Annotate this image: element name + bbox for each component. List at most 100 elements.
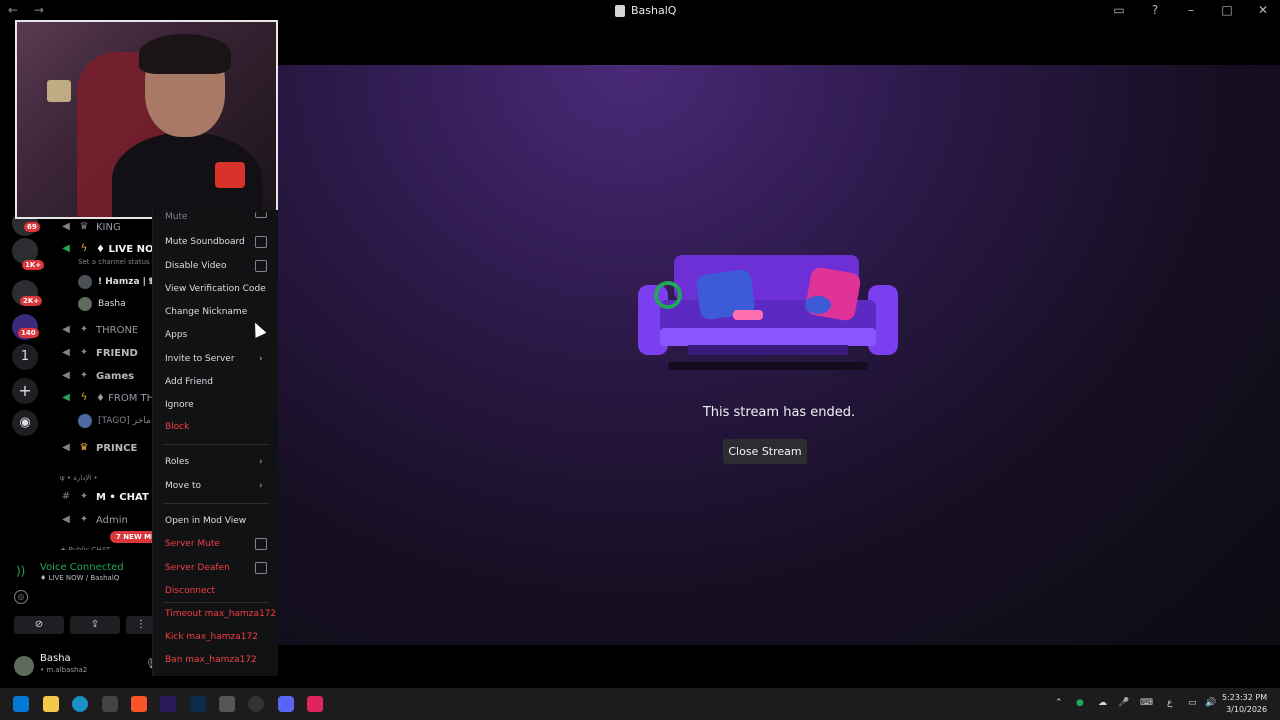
photoshop-icon[interactable] <box>190 696 206 712</box>
voice-channel-icon: ◀ <box>62 221 70 232</box>
menu-item-change-nickname[interactable]: Change Nickname <box>165 307 247 317</box>
menu-item-roles[interactable]: Roles <box>165 457 189 467</box>
menu-item-timeout[interactable]: Timeout max_hamza172 <box>165 609 276 619</box>
channel-status-hint[interactable]: Set a channel status <box>78 258 150 266</box>
lock-icon: ♛ <box>79 221 89 232</box>
signal-icon[interactable]: )) <box>16 564 25 578</box>
window-controls: ▭ ? – □ ✕ <box>1112 3 1270 17</box>
tiktok-icon[interactable] <box>307 696 323 712</box>
voice-member[interactable]: ! Hamza | 𝕸/ <box>78 275 161 289</box>
language-indicator[interactable]: ع <box>1167 698 1172 708</box>
menu-item-view-verification-code[interactable]: View Verification Code <box>165 284 266 294</box>
channel-m-chat[interactable]: # ✦ M • CHAT <box>60 491 149 503</box>
menu-item-move-to[interactable]: Move to <box>165 481 201 491</box>
tray-chevron-icon[interactable]: ⌃ <box>1055 698 1063 708</box>
menu-item-disconnect[interactable]: Disconnect <box>165 586 215 596</box>
onedrive-icon[interactable]: ☁ <box>1098 698 1107 708</box>
checkbox[interactable] <box>255 260 267 272</box>
network-icon[interactable]: ▭ <box>1188 698 1197 708</box>
voice-member[interactable]: [TAGO] ماخر <box>78 414 151 428</box>
chevron-right-icon: › <box>259 481 263 491</box>
close-icon[interactable]: ✕ <box>1256 3 1270 17</box>
menu-item-disable-video[interactable]: Disable Video <box>165 261 226 271</box>
avatar <box>78 414 92 428</box>
close-stream-button[interactable]: Close Stream <box>723 439 807 464</box>
stream-viewport: This stream has ended. Close Stream <box>278 65 1280 645</box>
checkbox[interactable] <box>255 562 267 574</box>
noise-suppression-icon[interactable]: ◎ <box>14 590 28 604</box>
voice-channel-path[interactable]: ♦ LIVE NOW / BashalQ <box>40 574 119 582</box>
store-icon[interactable] <box>102 696 118 712</box>
file-explorer-icon[interactable] <box>43 696 59 712</box>
hash-icon: # <box>61 491 71 502</box>
menu-item-invite-to-server[interactable]: Invite to Server <box>165 354 235 364</box>
red-microphone <box>215 162 245 188</box>
discover-icon[interactable]: ◉ <box>12 410 38 436</box>
channel-king[interactable]: ◀ ♛ KING <box>60 221 121 233</box>
add-server-icon[interactable]: + <box>12 378 38 404</box>
system-clock[interactable]: 5:23:32 PM 3/10/2026 <box>1222 692 1267 716</box>
voice-channel-icon: ◀ <box>62 370 70 381</box>
help-icon[interactable]: ? <box>1148 3 1162 17</box>
channel-games[interactable]: ◀ ✦ Games <box>60 370 134 382</box>
checkbox[interactable] <box>255 212 267 218</box>
minimize-icon[interactable]: – <box>1184 3 1198 17</box>
chevron-right-icon: › <box>259 354 263 364</box>
menu-item-add-friend[interactable]: Add Friend <box>165 377 213 387</box>
channel-admin[interactable]: ◀ ✦ Admin <box>60 514 128 526</box>
menu-item-open-in-mod-view[interactable]: Open in Mod View <box>165 516 246 526</box>
keyboard-icon[interactable]: ⌨ <box>1140 698 1153 708</box>
discord-icon[interactable] <box>278 696 294 712</box>
menu-item-mute-soundboard[interactable]: Mute Soundboard <box>165 237 245 247</box>
star-icon: ✦ <box>79 370 89 381</box>
screen-share-icon[interactable]: ▭ <box>1112 3 1126 17</box>
maximize-icon[interactable]: □ <box>1220 3 1234 17</box>
bolt-icon: ϟ <box>80 392 88 403</box>
channel-from-the[interactable]: ◀ ϟ ♦ FROM THE <box>60 392 160 404</box>
menu-item-kick[interactable]: Kick max_hamza172 <box>165 632 258 642</box>
screen-share-button[interactable]: ⇪ <box>70 616 120 634</box>
app-icon[interactable] <box>219 696 235 712</box>
star-icon: ✦ <box>79 324 89 335</box>
voice-active-icon: ◀ <box>62 243 70 254</box>
menu-item-server-deafen[interactable]: Server Deafen <box>165 563 230 573</box>
voice-connected-title[interactable]: Voice Connected <box>40 562 124 573</box>
menu-item-apps[interactable]: Apps <box>165 330 187 340</box>
menu-item-mute[interactable]: Mute <box>165 212 188 222</box>
username[interactable]: Basha <box>40 653 71 664</box>
window-title-area: BashalQ <box>615 4 676 17</box>
star-icon: ✦ <box>79 514 89 525</box>
channel-prince[interactable]: ◀ ♛ PRINCE <box>60 442 137 454</box>
checkbox[interactable] <box>255 236 267 248</box>
person-hair <box>139 34 231 74</box>
category-admin[interactable]: ψ • الإدارة • <box>60 474 98 482</box>
tray-app-icon[interactable]: ● <box>1076 698 1084 708</box>
avatar <box>78 297 92 311</box>
brave-browser-icon[interactable] <box>131 696 147 712</box>
menu-item-block[interactable]: Block <box>165 422 189 432</box>
unread-dm-count[interactable]: 1 <box>12 344 38 370</box>
user-panel: Basha • m.albasha2 🎙 <box>0 645 160 688</box>
premiere-icon[interactable] <box>160 696 176 712</box>
clock-date: 3/10/2026 <box>1226 705 1268 714</box>
channel-friend[interactable]: ◀ ✦ FRIEND <box>60 347 138 359</box>
volume-icon[interactable]: 🔊 <box>1205 698 1216 708</box>
avatar[interactable] <box>14 656 34 676</box>
channel-throne[interactable]: ◀ ✦ THRONE <box>60 324 138 336</box>
checkbox[interactable] <box>255 538 267 550</box>
menu-item-ban[interactable]: Ban max_hamza172 <box>165 655 257 665</box>
windows-start-icon[interactable] <box>13 696 29 712</box>
bolt-icon: ϟ <box>80 243 88 254</box>
steam-icon[interactable] <box>248 696 264 712</box>
edge-browser-icon[interactable] <box>72 696 88 712</box>
menu-item-server-mute[interactable]: Server Mute <box>165 539 220 549</box>
video-off-button[interactable]: ⊘ <box>14 616 64 634</box>
nav-arrows[interactable]: ← → <box>8 3 50 17</box>
server-badge-1: 69 <box>24 222 40 232</box>
channel-live-now[interactable]: ◀ ϟ ♦ LIVE NOW <box>60 243 164 255</box>
crown-icon: ♛ <box>79 442 89 453</box>
star-icon: ✦ <box>79 347 89 358</box>
menu-item-ignore[interactable]: Ignore <box>165 400 194 410</box>
voice-member[interactable]: Basha <box>78 297 126 311</box>
microphone-tray-icon[interactable]: 🎤 <box>1118 698 1129 708</box>
